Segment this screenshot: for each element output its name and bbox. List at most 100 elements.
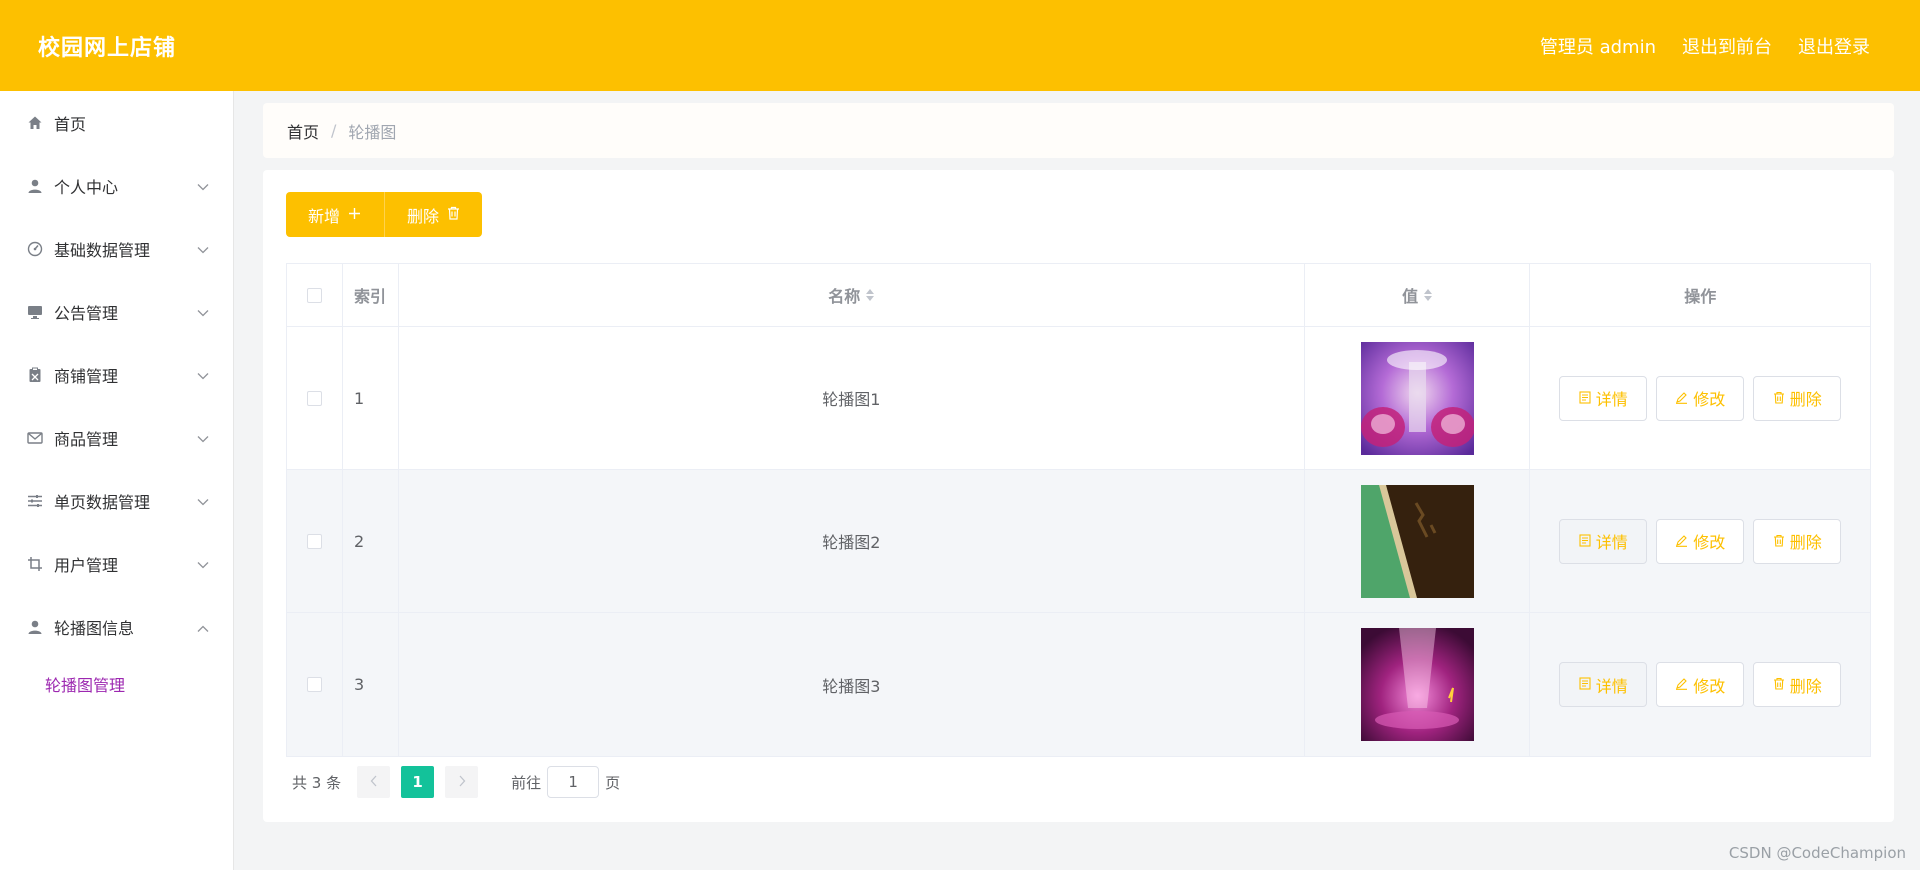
- edit-icon: [1675, 675, 1688, 694]
- edit-button[interactable]: 修改: [1656, 375, 1745, 421]
- clipboard-icon: [26, 366, 44, 384]
- sidebar-item-users[interactable]: 用户管理: [0, 532, 233, 595]
- page-number-button[interactable]: 1: [401, 766, 435, 798]
- sort-icon[interactable]: [866, 289, 875, 301]
- select-all-checkbox[interactable]: [306, 287, 322, 303]
- breadcrumb-home[interactable]: 首页: [287, 119, 319, 143]
- row-value-cell: [1305, 327, 1531, 469]
- carousel-thumbnail-image: [1360, 341, 1474, 455]
- detail-label: 详情: [1595, 533, 1628, 552]
- trash-icon: [1773, 532, 1785, 551]
- delete-button[interactable]: 删除: [1753, 662, 1842, 707]
- row-actions: 详情 修改 删除: [1530, 327, 1870, 469]
- goto-suffix: 页: [605, 773, 621, 792]
- table-row: 1 轮播图1 详情 修改 删除: [287, 327, 1870, 470]
- sidebar-item-basic-data[interactable]: 基础数据管理: [0, 217, 233, 280]
- header-actions: 操作: [1684, 287, 1717, 306]
- row-name: 轮播图3: [399, 613, 1305, 756]
- sidebar-item-announcement[interactable]: 公告管理: [0, 280, 233, 343]
- page-jump-input[interactable]: [547, 766, 600, 798]
- prev-page-button[interactable]: [357, 766, 391, 798]
- exit-to-front-link[interactable]: 退出到前台: [1682, 33, 1772, 59]
- breadcrumb: 首页 / 轮播图: [263, 103, 1894, 158]
- sidebar-item-label: 单页数据管理: [54, 492, 151, 512]
- edit-icon: [1675, 389, 1688, 408]
- delete-button[interactable]: 删除: [1753, 375, 1842, 421]
- row-checkbox[interactable]: [306, 390, 322, 406]
- sidebar-item-personal[interactable]: 个人中心: [0, 154, 233, 217]
- row-name: 轮播图2: [399, 470, 1305, 612]
- edit-label: 修改: [1693, 676, 1726, 696]
- sidebar-item-goods[interactable]: 商品管理: [0, 406, 233, 469]
- document-icon: [1579, 389, 1591, 408]
- sidebar-item-label: 用户管理: [54, 555, 119, 575]
- header-checkbox-cell: [287, 264, 343, 326]
- sidebar: 首页 个人中心 基础数据管理 公告管理 商铺管理 商品管理 单页数据管理 用户管…: [0, 91, 234, 870]
- crop-icon: [26, 555, 44, 573]
- goto-prefix: 前往: [511, 773, 542, 792]
- breadcrumb-current: 轮播图: [348, 122, 397, 142]
- row-index: 2: [343, 470, 399, 612]
- delete-button[interactable]: 删除: [1753, 518, 1842, 564]
- toolbar: 新增 删除: [286, 192, 482, 237]
- chevron-down-icon: [197, 365, 209, 384]
- edit-icon: [1675, 532, 1688, 551]
- plus-icon: [348, 205, 361, 224]
- row-checkbox[interactable]: [306, 533, 322, 549]
- edit-label: 修改: [1693, 390, 1726, 409]
- sidebar-item-shop[interactable]: 商铺管理: [0, 343, 233, 406]
- trash-icon: [1773, 675, 1785, 694]
- detail-button[interactable]: 详情: [1559, 518, 1648, 564]
- chevron-down-icon: [197, 491, 209, 510]
- mail-icon: [26, 429, 44, 447]
- bulk-delete-button[interactable]: 删除: [384, 192, 482, 237]
- sidebar-item-label: 商品管理: [54, 429, 119, 449]
- content-card: 新增 删除 索引 名称 值 操作 1 轮播图1 详情 修改 删除 2 轮播图2 …: [263, 170, 1894, 822]
- sidebar-subitem-carousel-manage[interactable]: 轮播图管理: [0, 658, 233, 710]
- logout-link[interactable]: 退出登录: [1798, 33, 1870, 59]
- chevron-down-icon: [197, 554, 209, 573]
- document-icon: [1579, 532, 1591, 551]
- chevron-down-icon: [197, 239, 209, 258]
- user-icon: [26, 177, 44, 195]
- carousel-thumbnail-image: [1360, 484, 1474, 598]
- top-header: 校园网上店铺 管理员 admin 退出到前台 退出登录: [0, 0, 1920, 91]
- header-nav: 管理员 admin 退出到前台 退出登录: [1540, 33, 1870, 59]
- gauge-icon: [26, 240, 44, 258]
- sidebar-item-carousel[interactable]: 轮播图信息: [0, 595, 233, 658]
- home-icon: [26, 114, 44, 132]
- sidebar-item-label: 个人中心: [54, 177, 119, 197]
- sidebar-item-home[interactable]: 首页: [0, 91, 233, 154]
- chevron-up-icon: [197, 617, 209, 636]
- edit-button[interactable]: 修改: [1656, 518, 1745, 564]
- next-page-button[interactable]: [445, 766, 479, 798]
- detail-label: 详情: [1595, 676, 1628, 696]
- delete-label: 删除: [1789, 533, 1822, 552]
- delete-button-label: 删除: [407, 206, 440, 226]
- detail-button[interactable]: 详情: [1559, 375, 1648, 421]
- chevron-down-icon: [197, 176, 209, 195]
- detail-button[interactable]: 详情: [1559, 662, 1648, 707]
- row-checkbox[interactable]: [306, 677, 322, 692]
- table-header-row: 索引 名称 值 操作: [287, 264, 1870, 327]
- app-title: 校园网上店铺: [38, 35, 177, 61]
- sidebar-item-single-page[interactable]: 单页数据管理: [0, 469, 233, 532]
- user-icon: [26, 618, 44, 636]
- row-value-cell: [1305, 613, 1531, 756]
- header-name-label: 名称: [828, 287, 861, 306]
- table-row: 3 轮播图3 详情 修改 删除: [287, 613, 1870, 756]
- sidebar-item-label: 轮播图信息: [54, 618, 135, 638]
- add-button[interactable]: 新增: [286, 192, 384, 237]
- row-checkbox-cell: [287, 613, 343, 756]
- carousel-table: 索引 名称 值 操作 1 轮播图1 详情 修改 删除 2 轮播图2 详情 修改 …: [286, 263, 1871, 757]
- admin-label: 管理员 admin: [1539, 36, 1656, 58]
- header-value[interactable]: 值: [1305, 264, 1531, 326]
- watermark: CSDN @CodeChampion: [1728, 844, 1906, 862]
- row-index: 3: [343, 613, 399, 756]
- trash-icon: [1773, 389, 1785, 408]
- sort-icon[interactable]: [1424, 289, 1433, 301]
- header-name[interactable]: 名称: [399, 264, 1305, 326]
- add-button-label: 新增: [308, 206, 341, 226]
- edit-button[interactable]: 修改: [1656, 662, 1745, 707]
- header-index: 索引: [343, 264, 399, 326]
